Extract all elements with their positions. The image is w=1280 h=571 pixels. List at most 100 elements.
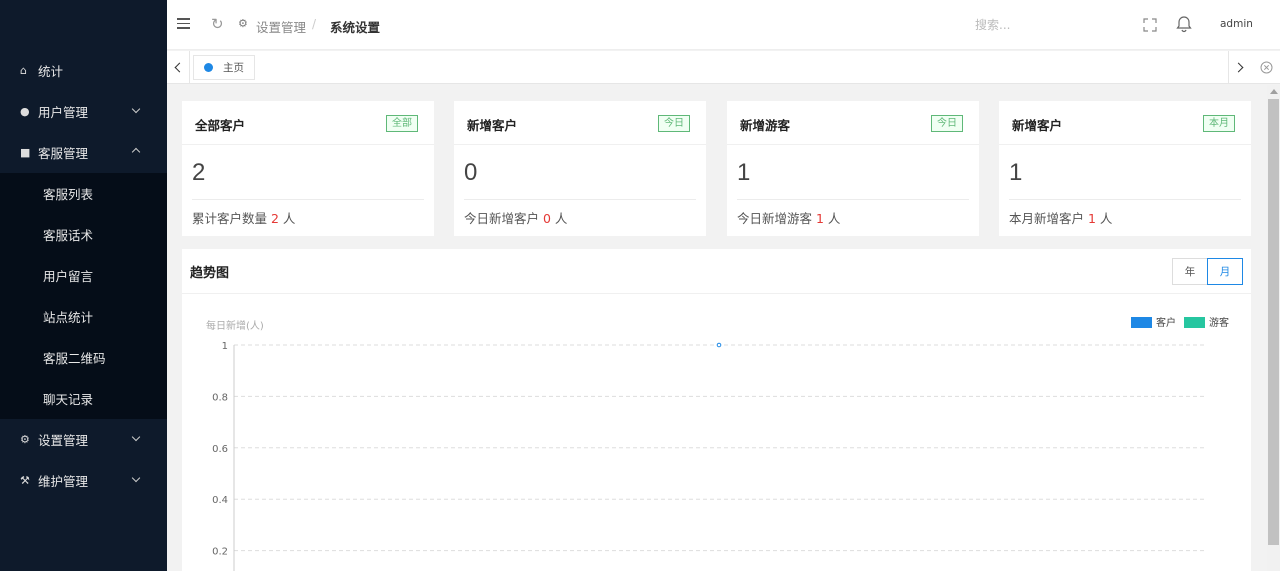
gear-icon: ⚙ — [20, 433, 30, 446]
card-footer-unit: 人 — [278, 211, 296, 226]
card-badge: 今日 — [931, 115, 963, 132]
card-value: 1 — [737, 159, 751, 186]
card-footer-text: 累计客户数量 — [192, 211, 271, 226]
card-footer: 今日新增客户 0 人 — [464, 208, 567, 227]
sidebar: ⌂ 统计 ● 用户管理 ■ 客服管理 客服列表 客服话术 用户留言 站点统计 客… — [0, 0, 167, 571]
trend-panel: 趋势图 年 月 每日新增(人) 1 0.8 0.6 0.4 0.2 客户 游客 — [182, 249, 1251, 571]
tab-active-dot-icon — [204, 63, 213, 72]
card-title: 全部客户 — [195, 118, 246, 133]
sidebar-logo-area — [0, 0, 167, 50]
y-tick-label: 0.4 — [212, 495, 228, 506]
stat-card-new-customers-month: 新增客户 本月 1 本月新增客户 1 人 — [999, 101, 1251, 236]
y-tick-label: 0.2 — [212, 547, 228, 558]
stat-card-new-customers-today: 新增客户 今日 0 今日新增客户 0 人 — [454, 101, 706, 236]
legend-swatch-0 — [1131, 317, 1152, 328]
data-point-0 — [716, 342, 722, 348]
fullscreen-icon[interactable] — [1143, 18, 1157, 32]
scrollbar-thumb[interactable] — [1268, 99, 1279, 545]
trend-header: 趋势图 年 月 — [182, 249, 1251, 294]
submenu-item-scripts[interactable]: 客服话术 — [0, 214, 167, 255]
main-content: 全部客户 全部 2 累计客户数量 2 人 新增客户 今日 0 今日新增客户 0 … — [167, 85, 1267, 571]
tab-label: 主页 — [223, 62, 244, 74]
wrench-icon: ⚒ — [20, 474, 30, 487]
chevron-right-icon — [1233, 62, 1244, 72]
card-footer: 累计客户数量 2 人 — [192, 208, 295, 227]
legend-label-0: 客户 — [1156, 316, 1176, 329]
period-toggle: 年 月 — [1172, 258, 1243, 285]
card-footer-unit: 人 — [823, 211, 841, 226]
sidebar-item-stats[interactable]: ⌂ 统计 — [0, 50, 167, 91]
sidebar-item-settings[interactable]: ⚙ 设置管理 — [0, 419, 167, 460]
chevron-up-icon — [131, 145, 141, 158]
card-badge: 今日 — [658, 115, 690, 132]
legend-swatch-1 — [1184, 317, 1205, 328]
submenu-item-site-stats[interactable]: 站点统计 — [0, 296, 167, 337]
card-footer-count: 2 — [270, 211, 279, 226]
card-title: 新增客户 — [1012, 118, 1063, 133]
year-button[interactable]: 年 — [1172, 258, 1208, 285]
card-footer-text: 本月新增客户 — [1009, 211, 1088, 226]
breadcrumb-parent[interactable]: 设置管理 — [256, 17, 306, 36]
close-all-tabs-button[interactable] — [1253, 51, 1280, 83]
chevron-down-icon — [131, 104, 141, 115]
card-footer-count: 1 — [815, 211, 824, 226]
submenu-item-messages[interactable]: 用户留言 — [0, 255, 167, 296]
stat-card-all-customers: 全部客户 全部 2 累计客户数量 2 人 — [182, 101, 434, 236]
submenu-item-qrcode[interactable]: 客服二维码 — [0, 337, 167, 378]
submenu-item-label: 站点统计 — [43, 310, 94, 325]
submenu-item-service-list[interactable]: 客服列表 — [0, 173, 167, 214]
sidebar-item-service[interactable]: ■ 客服管理 — [0, 132, 167, 173]
user-menu[interactable]: admin — [1220, 18, 1253, 30]
legend-label-1: 游客 — [1209, 316, 1229, 329]
submenu-item-label: 用户留言 — [43, 269, 94, 284]
refresh-icon[interactable]: ↻ — [211, 15, 224, 33]
trend-chart: 每日新增(人) 1 0.8 0.6 0.4 0.2 客户 游客 — [182, 295, 1251, 571]
chevron-left-icon — [174, 62, 185, 72]
submenu-item-label: 客服话术 — [43, 228, 94, 243]
breadcrumb-current: 系统设置 — [330, 20, 381, 35]
card-value: 1 — [1009, 159, 1023, 186]
card-footer-count: 0 — [542, 211, 551, 226]
gear-icon: ⚙ — [238, 17, 248, 30]
card-header: 新增客户 今日 — [454, 101, 706, 145]
card-footer-unit: 人 — [550, 211, 568, 226]
bell-icon[interactable] — [1175, 15, 1193, 33]
card-badge: 本月 — [1203, 115, 1235, 132]
tab-scroll-right-button[interactable] — [1228, 51, 1251, 83]
tab-home[interactable]: 主页 — [193, 55, 255, 80]
y-tick-label: 1 — [222, 341, 228, 352]
month-button[interactable]: 月 — [1207, 258, 1243, 285]
breadcrumb-separator: / — [312, 17, 317, 31]
scroll-up-arrow-icon[interactable] — [1270, 89, 1278, 94]
card-value: 0 — [464, 159, 478, 186]
card-footer-unit: 人 — [1095, 211, 1113, 226]
y-axis-label: 每日新增(人) — [206, 319, 264, 332]
card-footer: 本月新增客户 1 人 — [1009, 208, 1112, 227]
card-footer-text: 今日新增游客 — [737, 211, 816, 226]
submenu-item-chat-log[interactable]: 聊天记录 — [0, 378, 167, 419]
sidebar-item-users[interactable]: ● 用户管理 — [0, 91, 167, 132]
sidebar-item-maintenance[interactable]: ⚒ 维护管理 — [0, 460, 167, 501]
search-input[interactable] — [975, 13, 1105, 37]
y-tick-label: 0.8 — [212, 392, 228, 403]
card-value: 2 — [192, 159, 206, 186]
card-title: 新增客户 — [467, 118, 518, 133]
tab-scroll-left-button[interactable] — [167, 51, 190, 83]
chat-icon: ■ — [20, 146, 31, 159]
close-circle-icon — [1260, 61, 1273, 73]
card-header: 新增客户 本月 — [999, 101, 1251, 145]
y-tick-label: 0.6 — [212, 444, 228, 455]
submenu-service: 客服列表 客服话术 用户留言 站点统计 客服二维码 聊天记录 — [0, 173, 167, 419]
submenu-item-label: 客服列表 — [43, 187, 94, 202]
card-footer-count: 1 — [1087, 211, 1096, 226]
trend-title: 趋势图 — [190, 266, 230, 281]
chevron-down-icon — [131, 473, 141, 484]
card-header: 全部客户 全部 — [182, 101, 434, 145]
trend-chart-svg: 每日新增(人) 1 0.8 0.6 0.4 0.2 客户 游客 — [206, 316, 1229, 571]
stat-card-new-visitors-today: 新增游客 今日 1 今日新增游客 1 人 — [727, 101, 979, 236]
card-footer: 今日新增游客 1 人 — [737, 208, 840, 227]
submenu-item-label: 客服二维码 — [43, 351, 106, 366]
menu-toggle-icon[interactable] — [177, 18, 190, 29]
sidebar-item-label: 设置管理 — [38, 433, 89, 448]
sidebar-item-label: 统计 — [38, 64, 64, 79]
